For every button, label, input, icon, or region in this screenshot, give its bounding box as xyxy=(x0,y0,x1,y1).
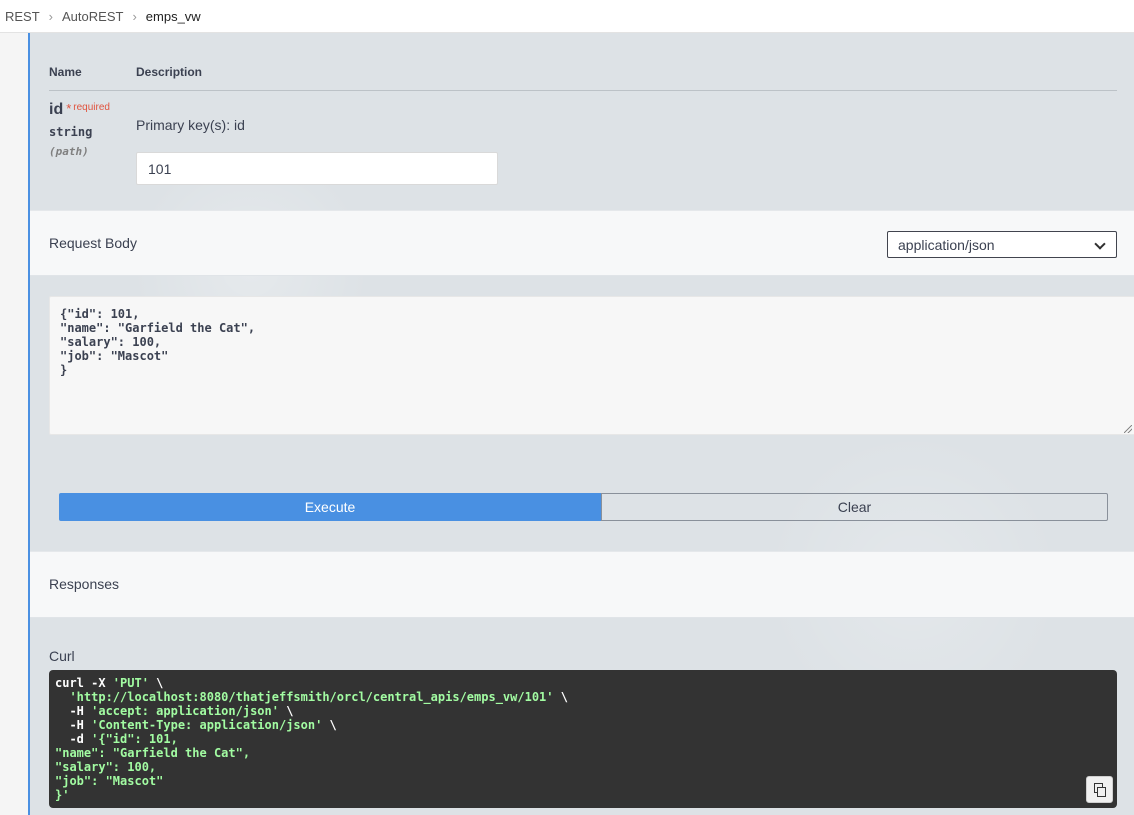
operation-panel: Name Description id * required string (pat… xyxy=(28,33,1134,815)
curl-string-literal: "salary": 100, xyxy=(55,760,157,774)
left-gutter xyxy=(0,33,28,815)
curl-string-literal: "name": "Garfield the Cat", xyxy=(55,746,251,760)
curl-plain-text xyxy=(55,690,69,704)
curl-line-continuation: \ xyxy=(322,718,337,732)
breadcrumb-item-rest[interactable]: REST xyxy=(5,9,40,24)
parameter-location: (path) xyxy=(49,145,89,158)
curl-plain-text: -H xyxy=(55,704,92,718)
request-body-header: Request Body application/json xyxy=(30,210,1134,276)
curl-plain-text: -d xyxy=(55,732,92,746)
parameter-row-id: id * required string (path) Primary key(s)… xyxy=(49,101,1117,221)
content-type-select[interactable]: application/json xyxy=(887,231,1117,258)
curl-command-block[interactable]: curl -X 'PUT' \ 'http://localhost:8080/t… xyxy=(49,670,1117,808)
chevron-right-icon: › xyxy=(48,8,54,24)
curl-string-literal: 'PUT' xyxy=(112,676,149,690)
parameter-name-label: id xyxy=(49,101,64,118)
curl-line: "salary": 100, xyxy=(55,760,1111,774)
curl-line: -H 'accept: application/json' \ xyxy=(55,704,1111,718)
curl-string-literal: "job": "Mascot" xyxy=(55,774,164,788)
curl-plain-text: -H xyxy=(55,718,92,732)
curl-string-literal: 'Content-Type: application/json' xyxy=(91,718,323,732)
execute-button[interactable]: Execute xyxy=(59,493,601,521)
id-input[interactable] xyxy=(136,152,498,185)
content-type-value: application/json xyxy=(898,237,995,253)
parameters-header: Name Description xyxy=(49,59,1117,91)
curl-line: -H 'Content-Type: application/json' \ xyxy=(55,718,1111,732)
column-header-name: Name xyxy=(49,65,82,79)
parameter-type: string xyxy=(49,125,93,139)
breadcrumb: REST › AutoREST › emps_vw xyxy=(0,0,1134,33)
curl-label: Curl xyxy=(49,648,75,664)
curl-line: }' xyxy=(55,788,1111,802)
curl-line-continuation: \ xyxy=(278,704,294,718)
copy-to-clipboard-button[interactable] xyxy=(1086,776,1113,803)
curl-string-literal: 'http://localhost:8080/thatjeffsmith/orc… xyxy=(69,690,554,704)
column-header-description: Description xyxy=(136,65,203,79)
copy-icon-front xyxy=(1097,787,1106,797)
request-body-label: Request Body xyxy=(49,235,137,251)
curl-string-literal: }' xyxy=(55,788,70,802)
clear-button[interactable]: Clear xyxy=(601,493,1108,521)
curl-line: "job": "Mascot" xyxy=(55,774,1111,788)
curl-line: -d '{"id": 101, xyxy=(55,732,1111,746)
chevron-right-icon: › xyxy=(132,8,137,24)
request-body-editor[interactable]: {"id": 101, "name": "Garfield the Cat", … xyxy=(49,296,1134,435)
curl-line: "name": "Garfield the Cat", xyxy=(55,746,1111,760)
curl-string-literal: '{"id": 101, xyxy=(91,732,178,746)
resize-handle-icon[interactable] xyxy=(1124,425,1132,433)
curl-line-continuation: \ xyxy=(553,690,568,704)
curl-plain-text: curl -X xyxy=(55,676,113,690)
chevron-down-icon xyxy=(1094,238,1106,250)
responses-label: Responses xyxy=(49,576,120,592)
breadcrumb-item-current: emps_vw xyxy=(145,8,201,24)
curl-line: curl -X 'PUT' \ xyxy=(55,676,1111,690)
parameter-name: id * required xyxy=(49,101,110,119)
curl-line: 'http://localhost:8080/thatjeffsmith/orc… xyxy=(55,690,1111,704)
responses-header: Responses xyxy=(30,551,1134,618)
curl-line-continuation: \ xyxy=(148,676,164,690)
curl-string-literal: 'accept: application/json' xyxy=(91,704,279,718)
required-label: required xyxy=(73,102,110,113)
required-asterisk: * xyxy=(66,101,72,116)
parameter-description: Primary key(s): id xyxy=(136,117,245,133)
breadcrumb-item-autorest[interactable]: AutoREST xyxy=(62,9,123,24)
